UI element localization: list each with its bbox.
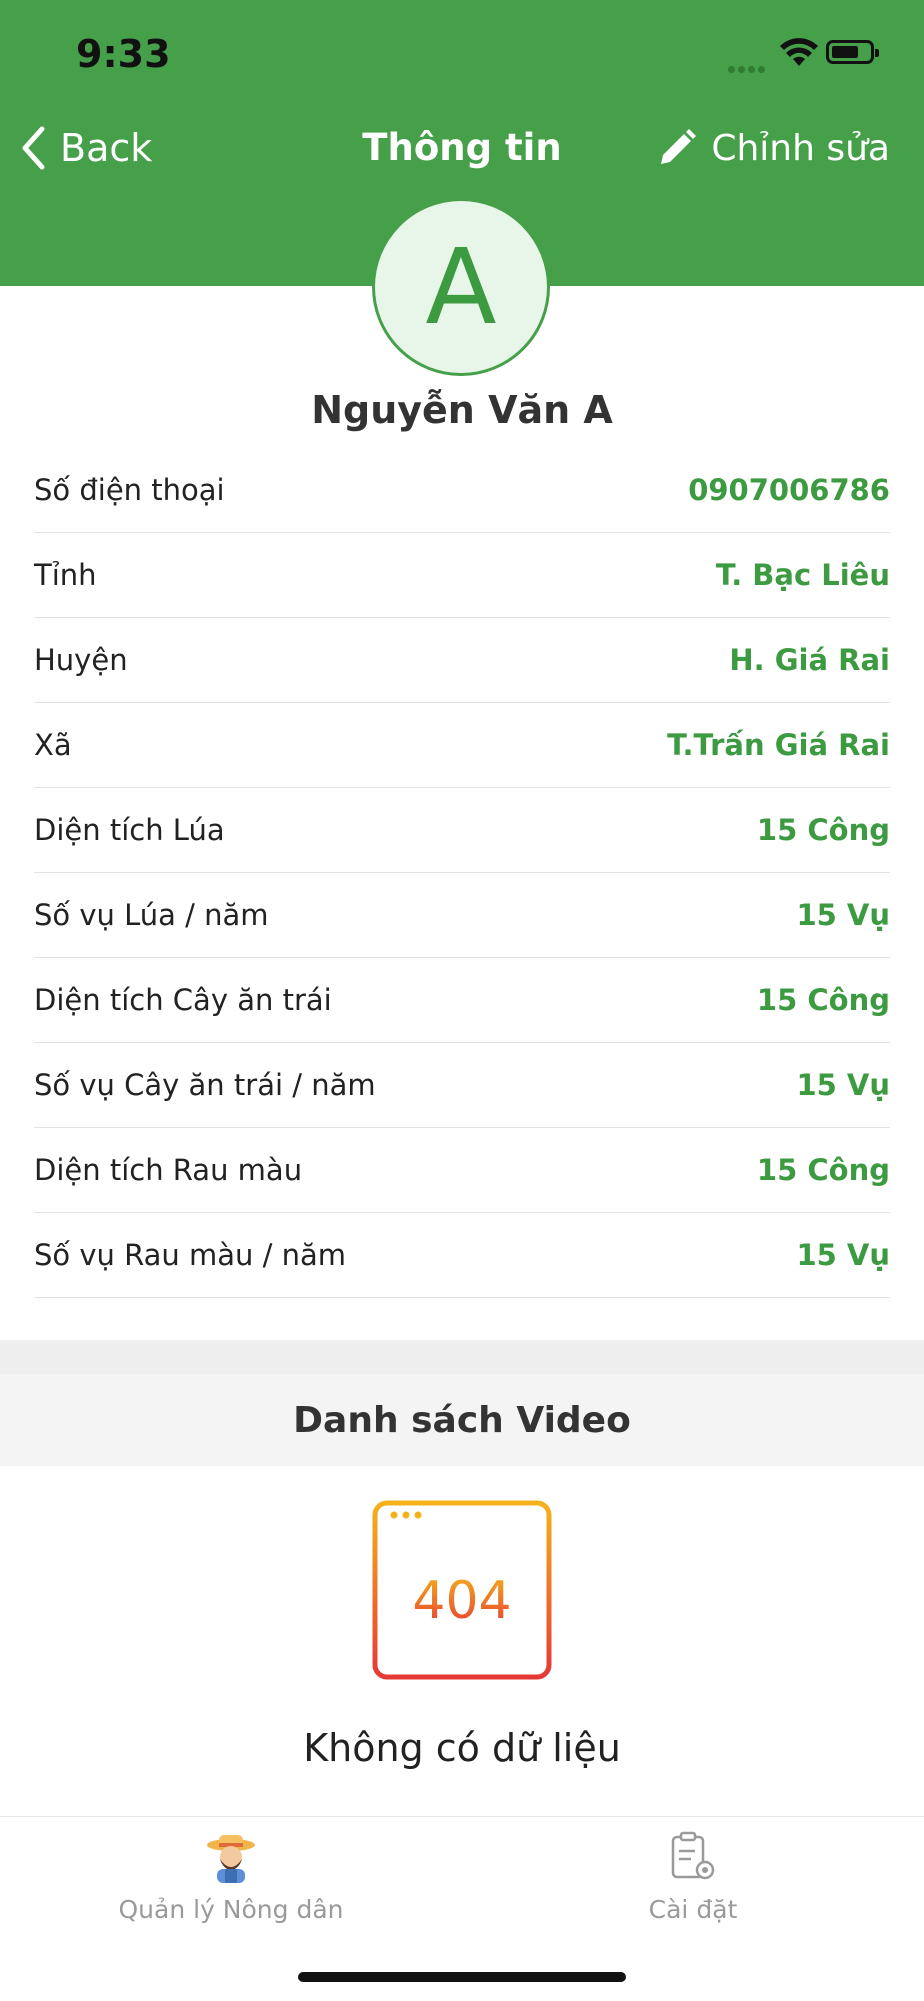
404-text: 404 [412,1571,511,1631]
info-label: Huyện [34,643,128,677]
info-label: Diện tích Rau màu [34,1153,303,1187]
info-value: 0907006786 [688,473,890,507]
info-list: Số điện thoại 0907006786 Tỉnh T. Bạc Liê… [34,448,890,1298]
info-label: Diện tích Lúa [34,813,225,847]
info-label: Diện tích Cây ăn trái [34,983,332,1017]
not-found-404-icon: 404 [372,1500,552,1680]
info-value: T. Bạc Liêu [715,558,890,592]
info-row-province: Tỉnh T. Bạc Liêu [34,533,890,618]
info-label: Tỉnh [34,558,97,592]
info-label: Số điện thoại [34,473,225,507]
info-value: 15 Công [756,813,890,847]
farmer-icon [207,1835,255,1883]
info-row-district: Huyện H. Giá Rai [34,618,890,703]
info-label: Số vụ Lúa / năm [34,898,269,932]
info-label: Số vụ Rau màu / năm [34,1238,347,1272]
info-value: 15 Công [756,1153,890,1187]
tab-label: Cài đặt [648,1895,738,1924]
info-row-rice-area: Diện tích Lúa 15 Công [34,788,890,873]
edit-label: Chỉnh sửa [711,127,890,169]
info-value: T.Trấn Giá Rai [667,728,890,762]
info-row-vegetable-area: Diện tích Rau màu 15 Công [34,1128,890,1213]
info-row-phone: Số điện thoại 0907006786 [34,448,890,533]
info-row-rice-seasons: Số vụ Lúa / năm 15 Vụ [34,873,890,958]
avatar: A [372,198,550,376]
battery-icon [826,40,879,64]
info-row-commune: Xã T.Trấn Giá Rai [34,703,890,788]
info-value: 15 Vụ [796,1068,890,1102]
tab-farmer-management[interactable]: Quản lý Nông dân [0,1817,462,1937]
profile-name: Nguyễn Văn A [311,388,613,432]
info-value: 15 Vụ [796,898,890,932]
home-indicator [298,1972,626,1982]
info-label: Số vụ Cây ăn trái / năm [34,1068,376,1102]
tab-label: Quản lý Nông dân [118,1895,344,1924]
status-time: 9:33 [76,32,171,76]
info-value: H. Giá Rai [729,643,890,677]
info-row-fruit-seasons: Số vụ Cây ăn trái / năm 15 Vụ [34,1043,890,1128]
status-bar: 9:33 [0,0,924,110]
info-value: 15 Công [756,983,890,1017]
settings-clipboard-icon [671,1831,715,1880]
info-row-fruit-area: Diện tích Cây ăn trái 15 Công [34,958,890,1043]
cellular-signal-icon [728,58,772,73]
tab-settings[interactable]: Cài đặt [462,1817,924,1937]
info-value: 15 Vụ [796,1238,890,1272]
section-divider [0,1340,924,1374]
edit-button[interactable]: Chỉnh sửa [657,118,890,178]
info-label: Xã [34,728,72,762]
info-row-vegetable-seasons: Số vụ Rau màu / năm 15 Vụ [34,1213,890,1298]
pencil-icon [661,129,697,164]
video-section-title: Danh sách Video [0,1374,924,1466]
empty-state-message: Không có dữ liệu [303,1726,621,1770]
wifi-icon [780,38,818,66]
